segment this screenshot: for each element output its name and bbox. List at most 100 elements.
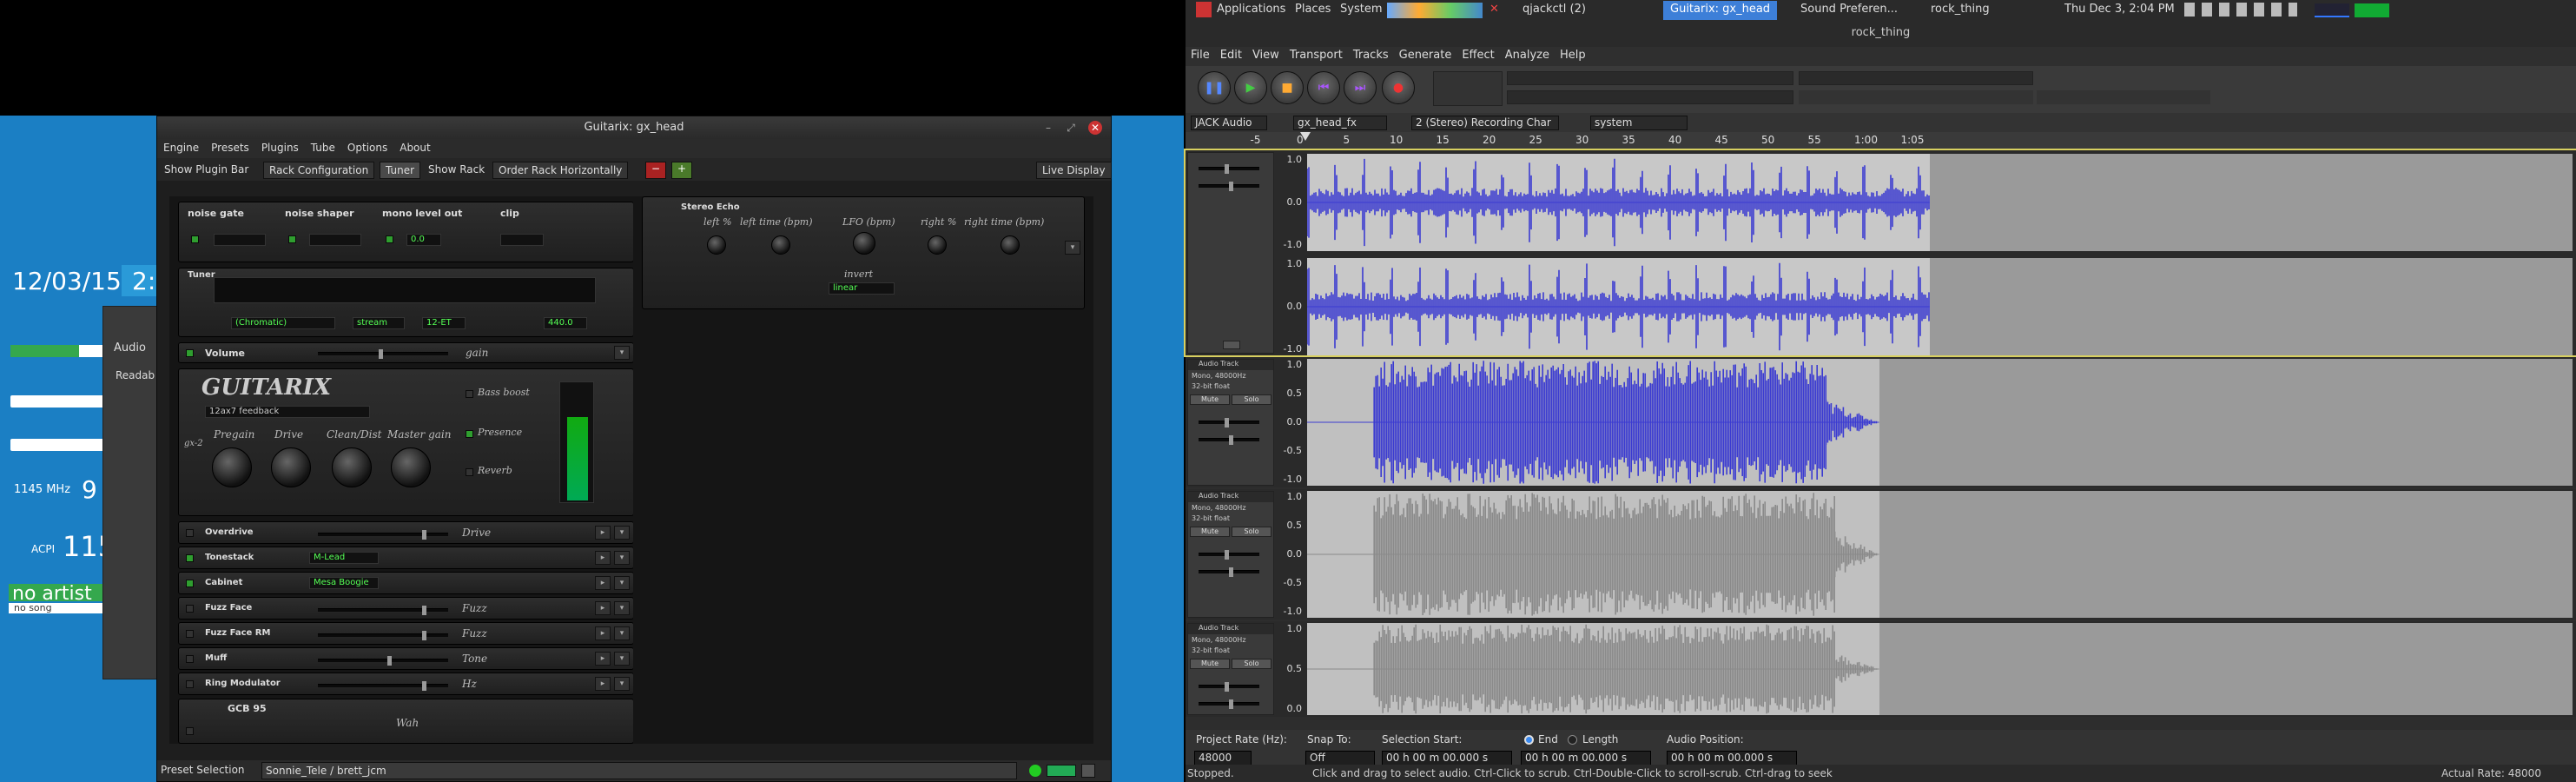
audio-clip[interactable] (1307, 491, 1879, 618)
plugin-power-led[interactable] (186, 605, 194, 613)
echo-left-time-knob[interactable] (771, 235, 790, 255)
plugin-power-led[interactable] (186, 580, 194, 587)
preset-selection-field[interactable]: Sonnie_Tele / brett_jcm (261, 762, 1017, 779)
bass-boost-led[interactable] (466, 390, 473, 398)
track-name[interactable]: Audio Track (1188, 360, 1273, 370)
menu-about[interactable]: About (393, 139, 436, 156)
plugin-preset-icon[interactable]: ▸ (595, 576, 611, 590)
show-rack-button[interactable]: Show Rack (423, 162, 490, 179)
waveform-lane[interactable] (1307, 359, 2573, 486)
plugin-model-select[interactable]: Mesa Boogie (309, 577, 379, 589)
play-head-icon[interactable] (1300, 132, 1311, 141)
menu-edit[interactable]: Edit (1215, 47, 1247, 63)
plugin-model-select[interactable]: M-Lead (309, 552, 379, 564)
waveform-lane[interactable] (1307, 258, 2573, 355)
echo-left-pct-knob[interactable] (707, 235, 726, 255)
menu-effect[interactable]: Effect (1456, 47, 1499, 63)
echo-right-time-knob[interactable] (1001, 235, 1020, 255)
solo-button[interactable]: Solo (1232, 394, 1271, 405)
mono-level-led[interactable] (386, 235, 393, 243)
plugin-menu-icon[interactable]: ▾ (614, 576, 630, 590)
tuner-mode-select[interactable]: (Chromatic) (231, 317, 335, 329)
plugin-menu-icon[interactable]: ▾ (614, 601, 630, 615)
taskbar-item[interactable]: Guitarix: gx_head (1663, 1, 1778, 20)
launcher-icons[interactable] (1387, 3, 1483, 18)
clean-dist-knob[interactable] (332, 447, 372, 487)
recording-channels-select[interactable]: 2 (Stereo) Recording Char (1411, 116, 1559, 130)
system-menu[interactable]: System (1340, 3, 1382, 16)
track-control-panel[interactable]: ×Audio TrackMono, 48000Hz32-bit floatMut… (1187, 623, 1274, 715)
plugin-preset-icon[interactable]: ▸ (595, 652, 611, 666)
gcb95-led[interactable] (186, 727, 194, 735)
pan-slider[interactable] (1199, 182, 1259, 191)
edit-toolbar[interactable] (1799, 90, 2033, 104)
snap-to-select[interactable]: Off (1305, 751, 1375, 765)
waveform-lane[interactable] (1307, 623, 2573, 715)
menu-options[interactable]: Options (341, 139, 393, 156)
echo-invert-select[interactable]: linear (829, 282, 895, 295)
track-control-panel[interactable]: ×Audio TrackMono, 48000Hz32-bit floatMut… (1187, 359, 1274, 486)
tuner-stream-select[interactable]: stream (353, 317, 405, 329)
menu-plugins[interactable]: Plugins (255, 139, 305, 156)
track-name[interactable]: Audio Track (1188, 492, 1273, 502)
close-icon[interactable]: ✕ (1489, 3, 1499, 16)
plugin-preset-icon[interactable]: ▸ (595, 677, 611, 691)
end-radio[interactable] (1524, 735, 1534, 745)
volume-slider[interactable] (318, 349, 448, 359)
menu-presets[interactable]: Presets (205, 139, 255, 156)
plugin-slider[interactable] (318, 656, 448, 666)
plugin-slider[interactable] (318, 631, 448, 640)
menu-analyze[interactable]: Analyze (1500, 47, 1555, 63)
tuner-button[interactable]: Tuner (380, 162, 421, 179)
skip-end-button[interactable]: ⏭ (1344, 71, 1377, 104)
echo-menu-icon[interactable]: ▾ (1065, 241, 1080, 255)
menu-tube[interactable]: Tube (305, 139, 341, 156)
echo-lfo-knob[interactable] (853, 232, 875, 255)
places-menu[interactable]: Places (1295, 3, 1331, 16)
order-rack-button[interactable]: Order Rack Horizontally (492, 162, 629, 179)
menu-engine[interactable]: Engine (157, 139, 205, 156)
menu-file[interactable]: File (1186, 47, 1215, 63)
plugin-power-led[interactable] (186, 529, 194, 537)
audio-host-select[interactable]: JACK Audio (1191, 116, 1267, 130)
plugin-power-led[interactable] (186, 630, 194, 638)
plugin-menu-icon[interactable]: ▾ (614, 526, 630, 540)
play-at-speed-toolbar[interactable] (2037, 90, 2210, 104)
plugin-slider[interactable] (318, 681, 448, 691)
audio-clip[interactable] (1307, 154, 1930, 251)
playback-device-select[interactable]: system (1590, 116, 1688, 130)
applications-menu[interactable]: Applications (1217, 3, 1285, 16)
pan-slider[interactable] (1199, 435, 1259, 445)
play-button[interactable]: ▶ (1234, 71, 1267, 104)
close-icon[interactable]: ✕ (1088, 121, 1102, 135)
plugin-menu-icon[interactable]: ▾ (614, 652, 630, 666)
length-radio[interactable] (1568, 735, 1577, 745)
pause-button[interactable]: ❚❚ (1198, 71, 1231, 104)
noise-gate-led[interactable] (191, 235, 199, 243)
waveform-lane[interactable] (1307, 154, 2573, 251)
maximize-icon[interactable]: ⤢ (1064, 121, 1078, 135)
pan-slider[interactable] (1199, 567, 1259, 577)
plugin-slider[interactable] (318, 606, 448, 615)
audio-clip[interactable] (1307, 359, 1879, 486)
menu-help[interactable]: Help (1555, 47, 1591, 63)
taskbar-item[interactable]: rock_thing (1924, 1, 1997, 20)
plugin-power-led[interactable] (186, 655, 194, 663)
noise-shaper-led[interactable] (288, 235, 296, 243)
panel-clock[interactable]: Thu Dec 3, 2:04 PM (2064, 3, 2175, 16)
tools-toolbar[interactable] (1433, 71, 1503, 106)
menu-generate[interactable]: Generate (1394, 47, 1457, 63)
recording-device-select[interactable]: gx_head_fx (1293, 116, 1387, 130)
tuner-freq-value[interactable]: 440.0 (544, 317, 587, 329)
track-control-panel[interactable] (1187, 152, 1274, 354)
solo-button[interactable]: Solo (1232, 659, 1271, 669)
plugin-slider[interactable] (318, 530, 448, 540)
taskbar-item[interactable]: qjackctl (2) (1516, 1, 1593, 20)
menu-transport[interactable]: Transport (1285, 47, 1348, 63)
track-control-panel[interactable]: ×Audio TrackMono, 48000Hz32-bit floatMut… (1187, 491, 1274, 618)
add-icon[interactable]: + (671, 162, 692, 179)
plugin-preset-icon[interactable]: ▸ (595, 601, 611, 615)
remove-icon[interactable]: − (645, 162, 666, 179)
record-button[interactable]: ● (1382, 71, 1415, 104)
pan-slider[interactable] (1199, 699, 1259, 709)
